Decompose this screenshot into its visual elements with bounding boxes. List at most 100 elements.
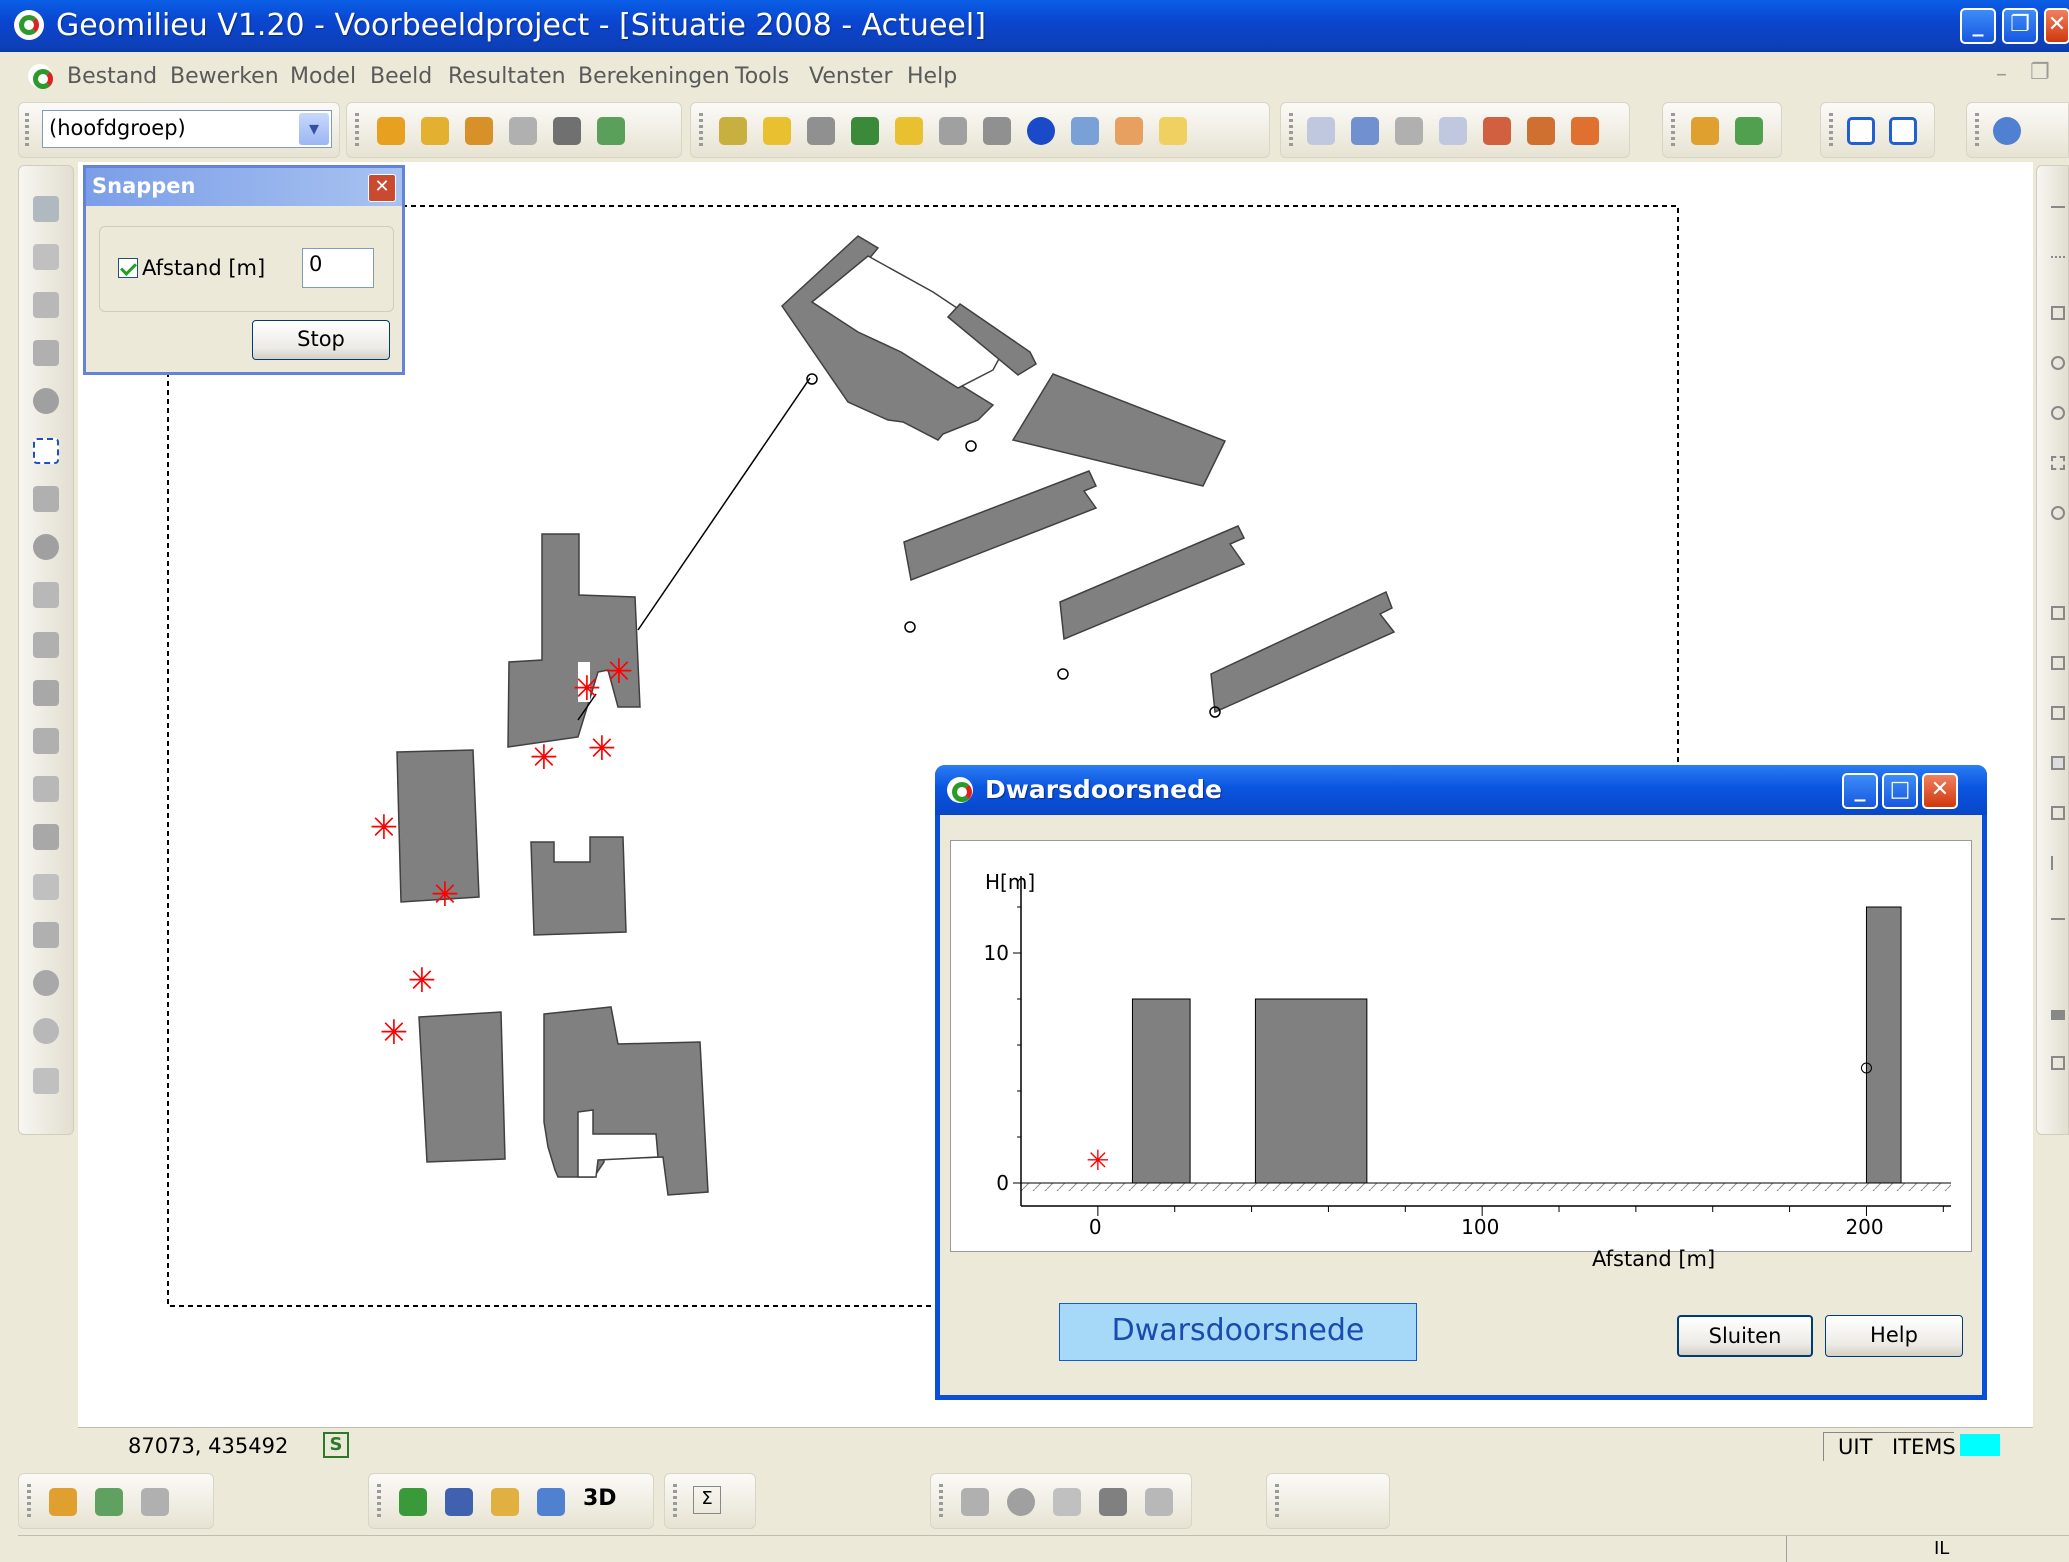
receiver-icon[interactable] [2051,406,2065,420]
add-model-icon[interactable] [465,117,493,145]
circle-icon[interactable] [2051,506,2065,520]
undo-icon[interactable] [33,970,59,996]
folder-icon[interactable] [895,117,923,145]
remove-point-icon[interactable] [33,680,59,706]
select-rectangle-icon[interactable] [33,438,59,464]
add-point-icon[interactable] [33,632,59,658]
draw-icon[interactable] [445,1488,473,1516]
grid-icon[interactable] [33,1068,59,1094]
menu-venster[interactable]: Venster [809,64,893,89]
result-icon-5[interactable] [1145,1488,1173,1516]
zoom-previous-icon[interactable] [1483,117,1511,145]
result-icon-4[interactable] [1099,1488,1127,1516]
dialog-maximize-button[interactable]: □ [1882,773,1918,809]
split-icon[interactable] [33,776,59,802]
refresh-icon[interactable] [851,117,879,145]
minimize-button[interactable]: _ [1960,8,1996,44]
help-button[interactable]: Help [1825,1315,1963,1357]
clipboard-icon[interactable] [491,1488,519,1516]
chevron-icon[interactable] [2051,906,2065,920]
dot-2-icon[interactable] [2051,1106,2065,1120]
vertical-line-icon[interactable] [2051,856,2065,870]
layer-icon[interactable] [983,117,1011,145]
export-icon[interactable] [597,117,625,145]
scale-icon[interactable] [33,874,59,900]
model-box-icon[interactable] [421,117,449,145]
group-dropdown[interactable]: (hoofdgroep) ▾ [42,110,332,148]
calculate-icon[interactable] [939,117,967,145]
mdi-restore-icon[interactable]: ❐ [2030,60,2050,85]
menu-bestand[interactable]: Bestand [67,64,157,89]
hatch-area-3-icon[interactable] [2051,706,2065,720]
stop-button[interactable]: Stop [252,320,390,360]
duplicate-icon[interactable] [33,340,59,366]
zoom-window-icon[interactable] [1351,117,1379,145]
mirror-icon[interactable] [33,582,59,608]
chevron-down-icon[interactable]: ▾ [299,113,329,145]
info-icon[interactable] [1027,117,1055,145]
menu-resultaten[interactable]: Resultaten [448,64,566,89]
dot-icon[interactable] [2051,956,2065,970]
3d-view-icon[interactable]: 3D [583,1486,617,1511]
mdi-minimize-icon[interactable]: – [1996,62,2007,87]
line-tool-icon[interactable] [2051,206,2065,220]
pan-icon[interactable] [1571,117,1599,145]
map-view-icon[interactable] [399,1488,427,1516]
area-icon[interactable] [2051,456,2065,470]
redo-icon[interactable] [33,1018,59,1044]
triangle-icon[interactable] [2051,1006,2065,1020]
split-horizontal-icon[interactable] [1847,117,1875,145]
object-icon-1[interactable] [719,117,747,145]
paste-icon[interactable] [33,292,59,318]
sluiten-button[interactable]: Sluiten [1677,1315,1813,1357]
object-icon-3[interactable] [807,117,835,145]
zoom-extents-icon[interactable] [1395,117,1423,145]
measure-icon[interactable] [33,824,59,850]
menu-model[interactable]: Model [290,64,356,89]
close-icon[interactable]: ✕ [368,174,396,202]
afstand-checkbox[interactable] [118,258,138,278]
model-open-icon[interactable] [49,1488,77,1516]
snap-toggle-icon[interactable]: S [323,1432,349,1458]
zoom-fit-icon[interactable] [1527,117,1555,145]
point-source-icon[interactable] [2051,356,2065,370]
split-vertical-icon[interactable] [1889,117,1917,145]
result-icon-2[interactable] [1007,1488,1035,1516]
hatch-area-2-icon[interactable] [2051,656,2065,670]
menu-berekeningen[interactable]: Berekeningen [578,64,730,89]
rectangle-icon[interactable] [2051,1056,2065,1070]
dialog-minimize-button[interactable]: _ [1842,773,1878,809]
model-open-icon[interactable] [1691,117,1719,145]
menu-help[interactable]: Help [907,64,957,89]
print-setup-icon[interactable] [553,117,581,145]
delete-icon[interactable] [33,388,59,414]
model-tree-icon[interactable] [95,1488,123,1516]
grid-points-icon[interactable] [2051,306,2065,320]
edit-tool-icon[interactable] [33,486,59,512]
diagonal-icon[interactable] [2051,556,2065,570]
menu-beeld[interactable]: Beeld [370,64,432,89]
rotate-icon[interactable] [33,534,59,560]
network-icon[interactable] [537,1488,565,1516]
result-icon-1[interactable] [961,1488,989,1516]
object-icon-2[interactable] [763,117,791,145]
dialog-close-button[interactable]: ✕ [1922,773,1958,809]
move-point-icon[interactable] [33,728,59,754]
open-model-icon[interactable] [377,117,405,145]
copy-icon[interactable] [33,244,59,270]
hatch-area-icon[interactable] [2051,606,2065,620]
result-icon-3[interactable] [1053,1488,1081,1516]
afstand-input[interactable]: 0 [302,248,374,288]
zoom-in-icon[interactable] [1307,117,1335,145]
model-tree-icon[interactable] [1735,117,1763,145]
model-add-icon[interactable] [141,1488,169,1516]
print-icon[interactable] [509,117,537,145]
dotted-line-icon[interactable] [2051,256,2065,270]
hatch-area-4-icon[interactable] [2051,806,2065,820]
edit-icon[interactable] [1115,117,1143,145]
sum-icon[interactable]: Σ [693,1486,721,1514]
menu-tools[interactable]: Tools [735,64,789,89]
zoom-out-icon[interactable] [1439,117,1467,145]
menu-bewerken[interactable]: Bewerken [170,64,279,89]
help-icon[interactable] [1993,117,2021,145]
